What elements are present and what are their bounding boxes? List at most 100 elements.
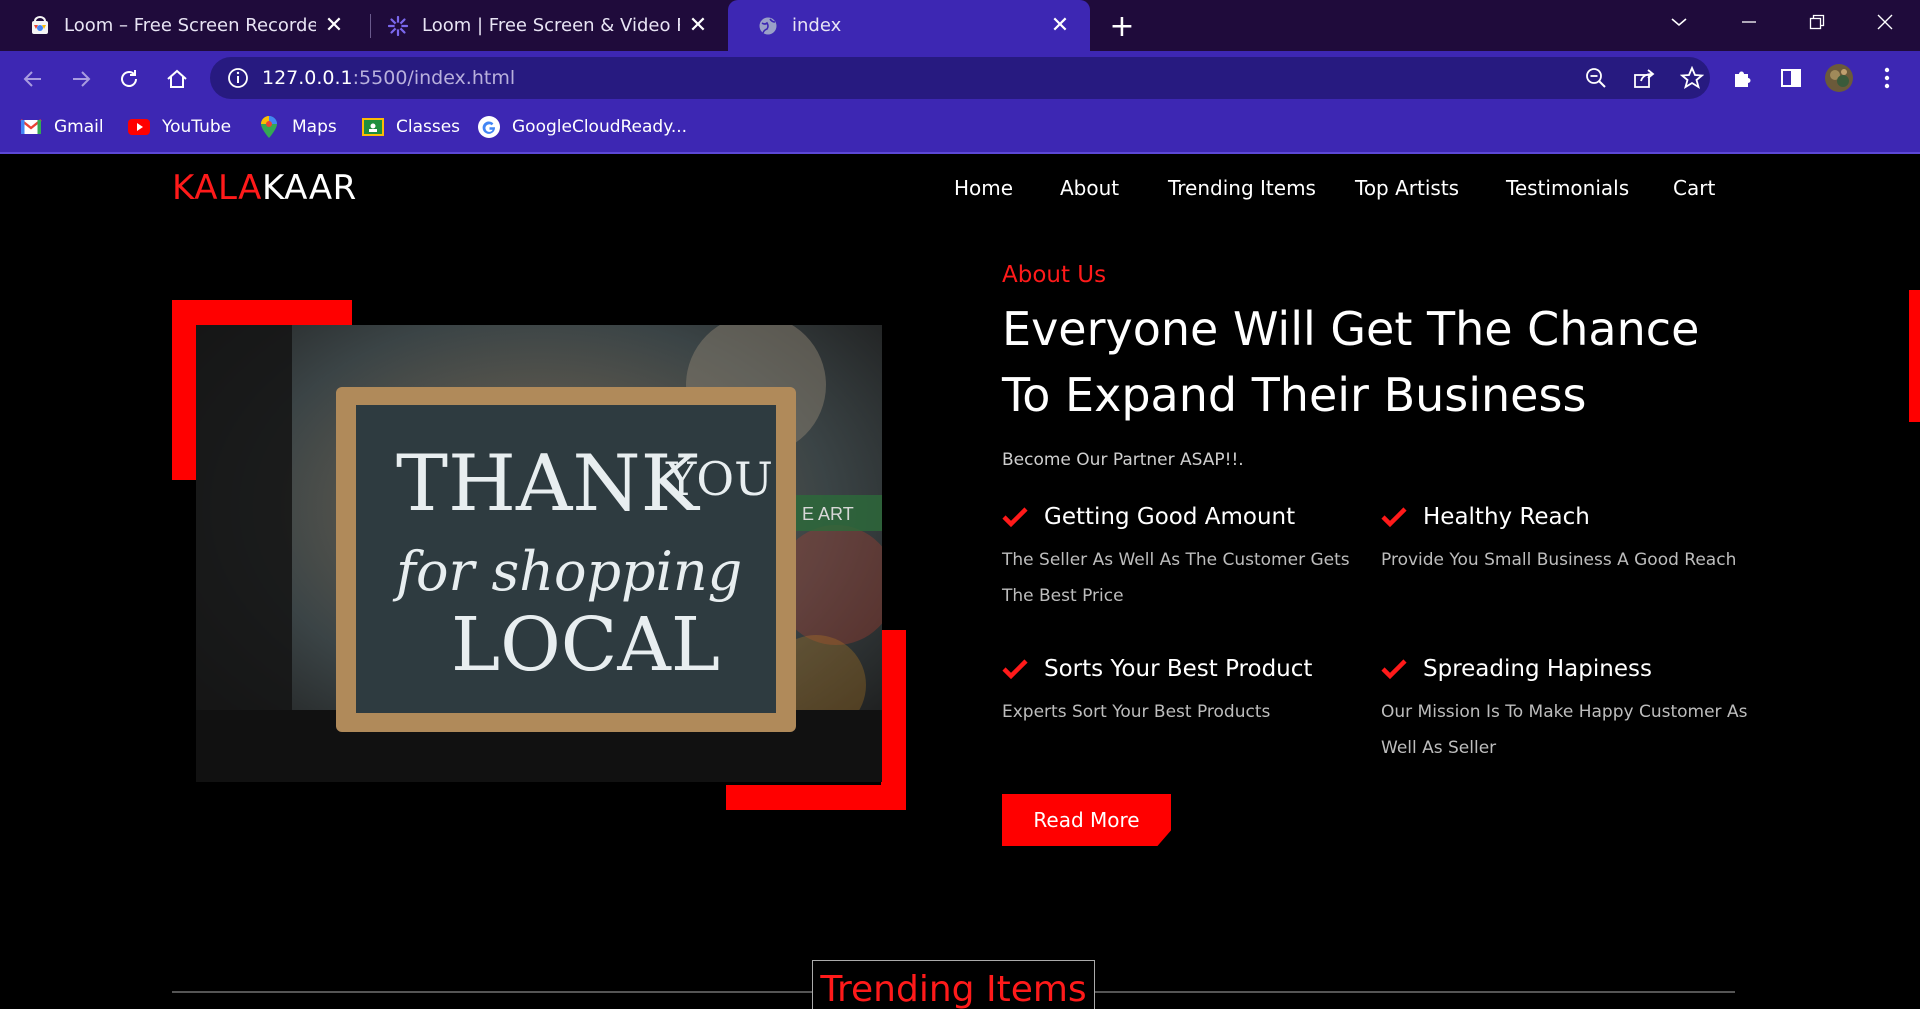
tab-index[interactable]: index ✕ [728,0,1090,51]
trending-section-title-box: Trending Items [812,960,1095,1009]
accent-frame-left [172,300,197,480]
logo-white-part: KAAR [261,168,357,208]
feature-description: Provide You Small Business A Good Reach [1381,550,1737,570]
nav-trending-items[interactable]: Trending Items [1168,176,1316,200]
about-image: E ART THANK YOU for shopping LOCAL [196,325,882,782]
menu-button[interactable] [1872,63,1902,93]
tab-title: Loom – Free Screen Recorder & S [64,15,316,36]
gmail-icon [20,116,42,138]
svg-text:LOCAL: LOCAL [451,602,720,688]
accent-frame-right [881,630,906,810]
browser-tabbar: Loom – Free Screen Recorder & S ✕ Loom |… [0,0,1920,51]
tab-title: Loom | Free Screen & Video Reco [422,15,680,36]
bookmark-star-icon[interactable] [1680,66,1704,90]
bookmark-label: YouTube [162,117,232,137]
bookmark-label: Classes [396,117,461,137]
feature-sorts-best-product: Sorts Your Best Product Experts Sort You… [1002,656,1382,730]
url-text: 127.0.0.1:5500/index.html [262,67,516,89]
feature-getting-good-amount: Getting Good Amount The Seller As Well A… [1002,504,1382,614]
check-icon [1381,659,1407,680]
maps-pin-icon [258,116,280,138]
tab-title: index [792,15,842,36]
close-tab-icon[interactable]: ✕ [324,13,344,38]
info-icon[interactable] [226,66,250,90]
bookmark-maps[interactable]: Maps [258,115,337,139]
nav-home[interactable]: Home [954,176,1013,200]
chevron-down-icon [1671,18,1687,27]
feature-spreading-hapiness: Spreading Hapiness Our Mission Is To Mak… [1381,656,1761,766]
about-subtitle: Become Our Partner ASAP!!. [1002,450,1244,470]
arrow-left-icon [23,71,41,87]
svg-text:E ART: E ART [802,504,854,524]
bookmark-classes[interactable]: Classes [362,115,460,139]
close-tab-icon[interactable]: ✕ [688,13,708,38]
webpage: KALAKAAR Home About Trending Items Top A… [0,156,1920,1009]
feature-healthy-reach: Healthy Reach Provide You Small Business… [1381,504,1761,578]
bookmark-label: Maps [292,117,337,137]
loom-icon [388,15,408,36]
bookmark-youtube[interactable]: YouTube [128,115,231,139]
feature-title: Getting Good Amount [1044,504,1296,530]
close-tab-icon[interactable]: ✕ [1050,13,1070,38]
section-divider-right [1095,991,1735,993]
accent-frame-bottom [726,785,906,810]
browser-toolbar: 127.0.0.1:5500/index.html Gmail YouTube … [0,51,1920,154]
new-tab-button[interactable]: + [1104,8,1140,44]
chalkboard-sign-image: E ART THANK YOU for shopping LOCAL [196,325,882,782]
youtube-icon [128,116,150,138]
home-button[interactable] [160,62,194,96]
close-window-button[interactable] [1858,0,1912,44]
feature-description: Experts Sort Your Best Products [1002,702,1271,722]
check-icon [1002,507,1028,528]
zoom-out-icon[interactable] [1584,66,1608,90]
google-icon [478,116,500,138]
read-more-button[interactable]: Read More [1002,794,1171,846]
feature-title: Sorts Your Best Product [1044,656,1313,682]
side-panel-icon [1781,69,1801,87]
back-button[interactable] [16,62,50,96]
trending-section-title: Trending Items [820,969,1087,1009]
nav-top-artists[interactable]: Top Artists [1355,176,1459,200]
classroom-icon [362,116,384,138]
svg-text:YOU: YOU [665,452,773,506]
feature-title: Healthy Reach [1423,504,1590,530]
avatar [1825,64,1853,92]
arrow-right-icon [73,71,91,87]
home-icon [167,69,187,88]
forward-button[interactable] [64,62,98,96]
restore-button[interactable] [1790,0,1844,44]
side-panel-button[interactable] [1776,63,1806,93]
extensions-button[interactable] [1728,63,1758,93]
bookmark-googlecloudready[interactable]: GoogleCloudReady... [478,115,687,139]
minimize-button[interactable] [1722,0,1776,44]
tab-search-button[interactable] [1652,0,1706,44]
nav-about[interactable]: About [1060,176,1119,200]
close-icon [1877,14,1893,30]
tab-loom-video[interactable]: Loom | Free Screen & Video Reco ✕ [358,0,728,51]
nav-cart[interactable]: Cart [1673,176,1715,200]
address-bar[interactable]: 127.0.0.1:5500/index.html [210,57,1710,99]
accent-frame-top [172,300,352,325]
bookmark-label: GoogleCloudReady... [512,117,688,137]
svg-text:for shopping: for shopping [392,540,742,603]
feature-title: Spreading Hapiness [1423,656,1652,682]
puzzle-icon [1735,71,1751,87]
chrome-web-store-icon [32,15,48,34]
restore-icon [1809,14,1825,30]
profile-button[interactable] [1824,63,1854,93]
nav-testimonials[interactable]: Testimonials [1506,176,1629,200]
reload-button[interactable] [112,62,146,96]
share-icon[interactable] [1632,66,1656,90]
check-icon [1381,507,1407,528]
kebab-menu-icon [1884,67,1890,89]
minimize-icon [1742,21,1756,23]
bookmark-gmail[interactable]: Gmail [20,115,104,139]
page-scroll-indicator[interactable] [1909,290,1920,422]
site-logo[interactable]: KALAKAAR [172,168,357,208]
section-divider-left [172,991,812,993]
about-section-label: About Us [1002,262,1107,288]
bookmarks-bar: Gmail YouTube Maps Classes GoogleCloudRe… [0,107,1920,147]
bookmark-label: Gmail [54,117,104,137]
tab-loom-recorder[interactable]: Loom – Free Screen Recorder & S ✕ [0,0,364,51]
feature-description: The Seller As Well As The Customer Gets … [1002,550,1350,606]
